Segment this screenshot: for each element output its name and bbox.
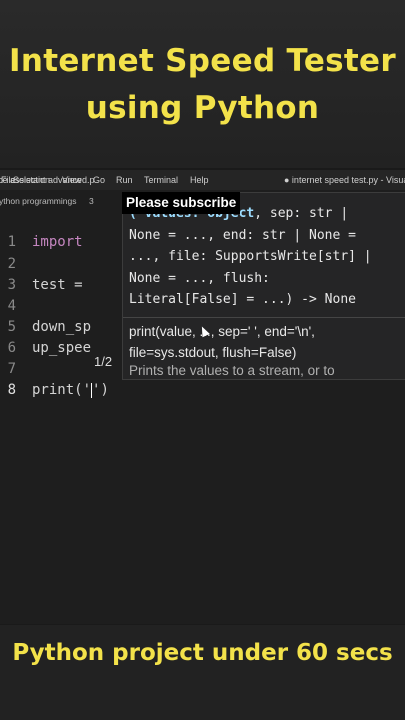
code-line-8[interactable]: print(''): [32, 382, 109, 398]
menu-run[interactable]: Run: [116, 175, 133, 185]
menu-help[interactable]: Help: [190, 175, 209, 185]
menu-view[interactable]: View: [62, 175, 81, 185]
signature-line-3: ..., file: SupportsWrite[str] |: [129, 249, 372, 264]
line-number: 1: [7, 234, 16, 250]
docstring-text: print(value, ..., sep=' ', end='\n', fil…: [129, 321, 315, 363]
code-line-8-prefix: print(': [32, 382, 92, 398]
code-line-5[interactable]: down_sp: [32, 319, 91, 335]
code-line-3[interactable]: test =: [32, 277, 83, 293]
doc-line-2: file=sys.stdout, flush=False): [129, 345, 297, 360]
subscribe-overlay: Please subscribe: [122, 192, 241, 214]
line-number: 5: [7, 319, 16, 335]
menu-bar: ce assistant advanced.p File Selection V…: [0, 170, 405, 190]
video-caption: Python project under 60 secs: [12, 640, 393, 666]
signature-line-4: None = ..., flush:: [129, 270, 270, 286]
explorer-folder-suffix: 3: [89, 196, 94, 206]
menu-terminal[interactable]: Terminal: [144, 175, 178, 185]
code-line-6[interactable]: up_spee: [32, 340, 91, 356]
video-header-band: [0, 0, 405, 168]
doc-line-1: print(value, ..., sep=' ', end='\n',: [129, 324, 315, 339]
line-number: 2: [7, 256, 16, 272]
signature-line-5: Literal[False] = ...) -> None: [129, 292, 356, 307]
doc-line-3: Prints the values to a stream, or to: [129, 363, 335, 378]
code-line-8-suffix: '): [92, 382, 109, 398]
explorer-folder-label[interactable]: ython programmings: [0, 196, 76, 206]
window-title: ● internet speed test.py - Visual: [284, 175, 405, 185]
popup-divider: [123, 317, 405, 318]
line-number: 4: [7, 298, 16, 314]
signature-text: (*values: object, sep: str | None = ...,…: [129, 203, 372, 311]
line-number: 6: [7, 340, 16, 356]
video-title-line-1: Internet Speed Tester: [9, 43, 396, 79]
menu-selection[interactable]: Selection: [13, 175, 50, 185]
line-number: 7: [7, 361, 16, 377]
signature-help-popup[interactable]: (*values: object, sep: str | None = ...,…: [122, 192, 405, 380]
line-number-active: 8: [7, 382, 16, 398]
line-number: 3: [7, 277, 16, 293]
overload-pager[interactable]: 1/2: [94, 354, 112, 369]
code-line-1[interactable]: import: [32, 234, 83, 250]
signature-line-2: None = ..., end: str | None =: [129, 227, 356, 243]
menu-go[interactable]: Go: [93, 175, 105, 185]
video-title-line-2: using Python: [85, 90, 320, 126]
signature-line-1-rest: , sep: str |: [254, 206, 349, 221]
